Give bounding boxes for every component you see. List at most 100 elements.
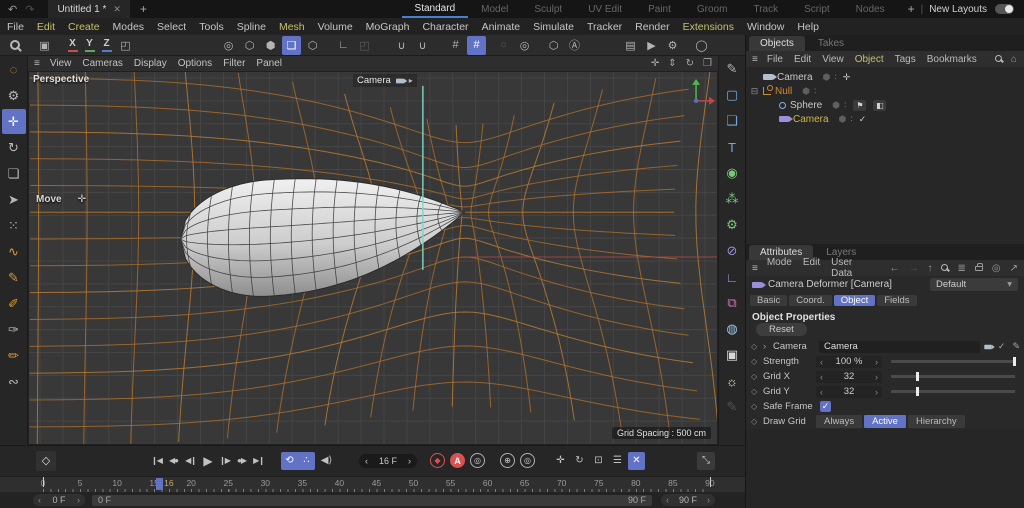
grid-y-inc-icon[interactable]: › bbox=[875, 387, 878, 397]
new-tab-icon[interactable]: + bbox=[140, 2, 147, 16]
menu-character[interactable]: Character bbox=[422, 21, 468, 33]
volume-builder[interactable]: ⧉ bbox=[721, 290, 744, 316]
timeline-playhead[interactable] bbox=[156, 478, 163, 490]
layout-tab-script[interactable]: Script bbox=[791, 0, 843, 18]
render-view-icon[interactable]: ▤ bbox=[621, 36, 640, 55]
layout-tab-paint[interactable]: Paint bbox=[635, 0, 684, 18]
camera-expand-icon[interactable]: › bbox=[763, 341, 770, 352]
safe-frame-keyframe-icon[interactable]: ◇ bbox=[751, 402, 760, 411]
play-keys-icon[interactable]: ∴ bbox=[298, 452, 315, 470]
dolly-view-icon[interactable]: ⇕ bbox=[668, 58, 676, 69]
pan-view-icon[interactable]: ✛ bbox=[651, 58, 659, 69]
attr-search-icon[interactable] bbox=[941, 263, 948, 274]
timeline-range-slider[interactable]: 0 F 90 F bbox=[92, 495, 652, 506]
record-parameter-icon[interactable]: ☰ bbox=[609, 452, 626, 470]
quantize-icon[interactable]: # bbox=[467, 36, 486, 55]
rotate-tool[interactable]: ↻ bbox=[2, 135, 26, 160]
visibility-dots-icon[interactable]: ∶ bbox=[844, 100, 846, 111]
grid-x-inc-icon[interactable]: › bbox=[875, 372, 878, 382]
tweak-tool[interactable]: ⚙ bbox=[2, 83, 26, 108]
tree-row-camera[interactable]: Camera⬢∶✓ bbox=[746, 112, 1024, 126]
enabled-check-icon[interactable]: ✓ bbox=[859, 114, 867, 125]
tree-row-sphere[interactable]: Sphere⬢∶⚑◧ bbox=[746, 98, 1024, 112]
draw-grid-keyframe-icon[interactable]: ◇ bbox=[751, 417, 760, 426]
workplane-mode-icon[interactable]: ◰ bbox=[355, 36, 374, 55]
attr-hamburger-icon[interactable]: ≡ bbox=[752, 263, 758, 274]
fcurve-editor-button[interactable]: ⤡ bbox=[697, 452, 715, 470]
material-disabled[interactable]: ✎ bbox=[721, 394, 744, 420]
viewport-menu-cameras[interactable]: Cameras bbox=[82, 58, 123, 69]
preset-dropdown[interactable]: Default ▾ bbox=[930, 278, 1018, 291]
make-editable-icon[interactable]: ◎ bbox=[219, 36, 238, 55]
om-menu-tags[interactable]: Tags bbox=[895, 54, 916, 65]
auto-mode-icon[interactable]: Ⓐ bbox=[565, 36, 584, 55]
subdivision-surface[interactable]: ◉ bbox=[721, 160, 744, 186]
strength-slider[interactable] bbox=[891, 360, 1015, 363]
next-frame-button[interactable]: ❙▶ bbox=[216, 452, 233, 470]
object-state-icon[interactable]: ⬢ bbox=[802, 86, 810, 97]
model-mode-icon[interactable]: ⬡ bbox=[303, 36, 322, 55]
layout-tab-track[interactable]: Track bbox=[740, 0, 791, 18]
range-end-dec-icon[interactable]: ‹ bbox=[666, 495, 669, 505]
expander-icon[interactable]: ⊟ bbox=[750, 86, 759, 97]
menu-animate[interactable]: Animate bbox=[482, 21, 521, 33]
add-keyframe-button[interactable]: ◇ bbox=[36, 451, 56, 471]
move-tool[interactable]: ✛ bbox=[2, 109, 26, 134]
object-state-icon[interactable]: ⬢ bbox=[832, 100, 840, 111]
grid-x-keyframe-icon[interactable]: ◇ bbox=[751, 372, 760, 381]
menu-tools[interactable]: Tools bbox=[199, 21, 224, 33]
range-start-inc-icon[interactable]: › bbox=[77, 495, 80, 505]
om-menu-edit[interactable]: Edit bbox=[794, 54, 811, 65]
layout-tab-uv-edit[interactable]: UV Edit bbox=[575, 0, 635, 18]
record-keyframe-button[interactable]: ◆ bbox=[430, 453, 445, 468]
range-start-dec-icon[interactable]: ‹ bbox=[38, 495, 41, 505]
spline-smooth-tool[interactable]: ✐ bbox=[2, 291, 26, 316]
live-selection-tool[interactable]: ◌ bbox=[2, 57, 26, 82]
draw-grid-hierarchy[interactable]: Hierarchy bbox=[908, 415, 965, 428]
attr-forward-icon[interactable]: → bbox=[908, 263, 918, 274]
menu-mograph[interactable]: MoGraph bbox=[366, 21, 410, 33]
record-point-button[interactable]: ⊕ bbox=[500, 453, 515, 468]
display-tag-icon[interactable]: ◧ bbox=[873, 100, 886, 111]
orbit-view-icon[interactable]: ↻ bbox=[686, 58, 694, 69]
grid-y-slider[interactable] bbox=[891, 390, 1015, 393]
sound-toggle-icon[interactable]: ◀⟩ bbox=[318, 452, 335, 470]
viewport-menu-options[interactable]: Options bbox=[178, 58, 212, 69]
menu-create[interactable]: Create bbox=[68, 21, 100, 33]
camera-view-chip[interactable]: Camera ▸ bbox=[353, 74, 417, 87]
grid-x-field[interactable]: ‹ 32 › bbox=[816, 371, 882, 383]
viewport-hamburger-icon[interactable]: ≡ bbox=[34, 58, 40, 69]
om-menu-view[interactable]: View bbox=[822, 54, 844, 65]
polygons-mode-icon[interactable]: ❑ bbox=[282, 36, 301, 55]
camera-keyframe-icon[interactable]: ◇ bbox=[751, 342, 760, 351]
generator-gear[interactable]: ⚙ bbox=[721, 212, 744, 238]
menu-spline[interactable]: Spline bbox=[237, 21, 266, 33]
record-position-icon[interactable]: ✛ bbox=[552, 452, 569, 470]
record-scale-icon[interactable]: ⊡ bbox=[590, 452, 607, 470]
attr-popout-icon[interactable]: ↗ bbox=[1010, 263, 1018, 274]
camera-pick-icon[interactable]: ✎ bbox=[1012, 341, 1020, 352]
draw-grid-always[interactable]: Always bbox=[816, 415, 862, 428]
new-layouts-button[interactable]: New Layouts bbox=[929, 4, 987, 15]
om-hamburger-icon[interactable]: ≡ bbox=[752, 54, 758, 65]
next-key-button[interactable]: ●▶ bbox=[233, 452, 250, 470]
strength-keyframe-icon[interactable]: ◇ bbox=[751, 357, 760, 366]
scale-tool[interactable]: ❏ bbox=[2, 161, 26, 186]
go-to-end-button[interactable]: ▶❙ bbox=[250, 452, 267, 470]
section-tab-coord[interactable]: Coord. bbox=[789, 295, 832, 306]
menu-render[interactable]: Render bbox=[635, 21, 669, 33]
spline-pen-tool[interactable]: ∿ bbox=[2, 239, 26, 264]
draw-grid-active[interactable]: Active bbox=[864, 415, 906, 428]
texture-mode-icon[interactable]: ∪ bbox=[392, 36, 411, 55]
spline-arc-tool[interactable]: ∾ bbox=[2, 369, 26, 394]
om-menu-bookmarks[interactable]: Bookmarks bbox=[927, 54, 977, 65]
interactive-render-icon[interactable]: ◯ bbox=[692, 36, 711, 55]
frame-increment-icon[interactable]: › bbox=[408, 456, 411, 466]
tree-row-null[interactable]: ⊟Null⬢∶ bbox=[746, 84, 1024, 98]
pen-tool[interactable]: ✎ bbox=[721, 56, 744, 82]
viewport-menu-view[interactable]: View bbox=[50, 58, 72, 69]
menu-simulate[interactable]: Simulate bbox=[533, 21, 574, 33]
section-tab-basic[interactable]: Basic bbox=[750, 295, 787, 306]
om-menu-object[interactable]: Object bbox=[855, 54, 884, 65]
document-tab[interactable]: Untitled 1 * ✕ bbox=[48, 0, 129, 18]
